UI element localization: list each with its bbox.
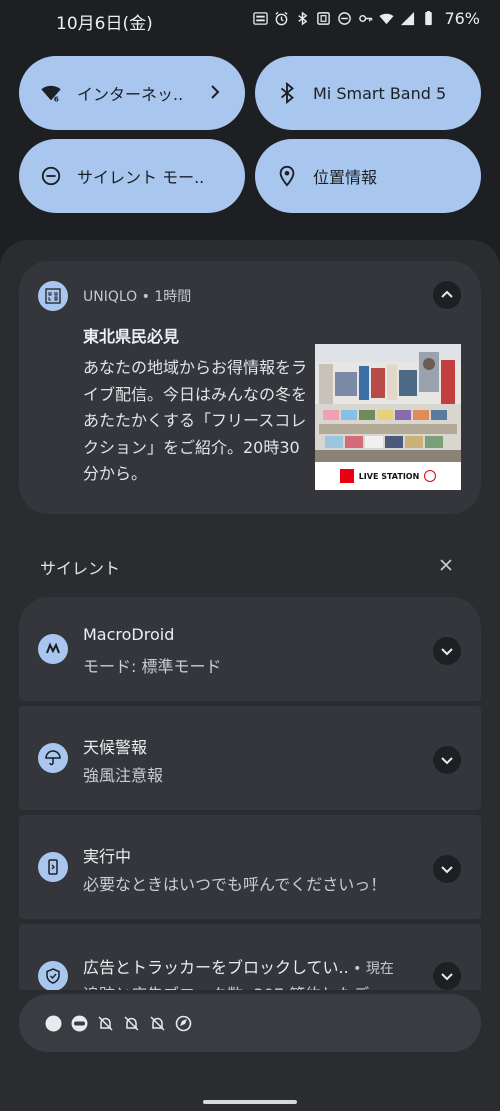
notification-time: • 現在 xyxy=(348,961,394,977)
bluetooth-tile-label: Mi Smart Band 5 xyxy=(313,83,447,103)
notification-overflow-bar[interactable] xyxy=(19,994,481,1052)
live-station-label: LIVE STATION xyxy=(358,471,420,481)
collapse-button[interactable] xyxy=(433,281,461,309)
chevron-down-icon xyxy=(441,757,453,765)
status-date: 10月6日(金) xyxy=(56,14,153,34)
adblock-notification[interactable]: 広告とトラッカーをブロックしてい.. • 現在 追跡と広告ブロック数: 307 … xyxy=(19,924,481,990)
internet-tile[interactable]: 6 インターネッ.. xyxy=(19,56,245,130)
svg-text:6: 6 xyxy=(54,94,59,103)
running-notification[interactable]: 実行中 必要なときはいつでも呼んでくださいっ！ xyxy=(19,815,481,919)
gamepad-icon xyxy=(71,1015,88,1032)
play-icon xyxy=(424,470,437,482)
battery-percent: 76% xyxy=(444,9,480,28)
bluetooth-icon xyxy=(275,81,299,105)
uniqlo-logo xyxy=(339,469,354,483)
notification-title: 天候警報 xyxy=(83,738,148,757)
notification-off-icon xyxy=(149,1015,166,1032)
notification-title: 実行中 xyxy=(83,847,132,866)
phone-icon xyxy=(38,852,68,882)
chevron-down-icon xyxy=(441,866,453,874)
live-station-banner: LIVE STATION xyxy=(315,462,461,490)
umbrella-icon xyxy=(38,743,68,773)
location-tile-label: 位置情報 xyxy=(313,168,378,187)
wifi-icon: 6 xyxy=(39,81,63,105)
dnd-icon xyxy=(39,164,63,188)
chevron-right-icon[interactable] xyxy=(205,82,225,102)
uniqlo-notification[interactable]: UNIQLO • 1時間 東北県民必見 あなたの地域からお得情報をライブ配信。今… xyxy=(19,261,481,514)
notification-text: モード: 標準モード xyxy=(83,657,222,676)
weather-warning-notification[interactable]: 天候警報 強風注意報 xyxy=(19,706,481,810)
chevron-up-icon xyxy=(441,290,453,298)
notification-header: UNIQLO • 1時間 xyxy=(83,286,191,306)
circle-icon xyxy=(45,1015,62,1032)
status-bar: 10月6日(金) 76% xyxy=(0,0,500,40)
notification-title: 東北県民必見 xyxy=(83,327,180,346)
notification-image: LIVE STATION xyxy=(315,344,461,490)
home-indicator[interactable] xyxy=(203,1100,297,1104)
bluetooth-icon xyxy=(295,11,310,26)
silent-mode-tile[interactable]: サイレント モー.. xyxy=(19,139,245,213)
notification-body: あなたの地域からお得情報をライブ配信。今日はみんなの冬をあたたかくする「フリース… xyxy=(83,358,308,483)
separator: • xyxy=(137,289,155,305)
wifi-icon xyxy=(379,11,394,26)
compass-icon xyxy=(175,1015,192,1032)
uniqlo-icon xyxy=(38,281,68,311)
battery-icon xyxy=(421,11,436,26)
macrodroid-notification[interactable]: MacroDroid モード: 標準モード xyxy=(19,597,481,701)
app-name: UNIQLO xyxy=(83,289,138,305)
silent-section-label: サイレント xyxy=(40,559,121,578)
chevron-down-icon xyxy=(441,973,453,981)
expand-button[interactable] xyxy=(433,855,461,883)
expand-button[interactable] xyxy=(433,746,461,774)
chevron-down-icon xyxy=(441,648,453,656)
notification-text: 強風注意報 xyxy=(83,766,164,785)
dnd-icon xyxy=(337,11,352,26)
notification-off-icon xyxy=(123,1015,140,1032)
location-icon xyxy=(275,164,299,188)
nfc-icon xyxy=(316,11,331,26)
location-tile[interactable]: 位置情報 xyxy=(255,139,481,213)
macrodroid-icon xyxy=(38,634,68,664)
overflow-icons xyxy=(45,1015,192,1032)
expand-button[interactable] xyxy=(433,962,461,990)
signal-icon xyxy=(400,11,415,26)
silent-mode-tile-label: サイレント モー.. xyxy=(77,168,205,187)
notification-title: MacroDroid xyxy=(83,625,175,644)
key-icon xyxy=(358,11,373,26)
shield-icon xyxy=(38,961,68,990)
close-icon[interactable] xyxy=(438,557,454,573)
notification-time: 1時間 xyxy=(154,289,192,305)
bluetooth-tile[interactable]: Mi Smart Band 5 xyxy=(255,56,481,130)
expand-button[interactable] xyxy=(433,637,461,665)
store-photo xyxy=(315,344,461,462)
alarm-icon xyxy=(274,11,289,26)
notification-title-text: 広告とトラッカーをブロックしてい.. xyxy=(83,958,349,977)
auto-hd-icon xyxy=(253,11,269,26)
internet-tile-label: インターネッ.. xyxy=(77,85,184,104)
notification-title: 広告とトラッカーをブロックしてい.. • 現在 xyxy=(83,954,394,978)
notification-off-icon xyxy=(97,1015,114,1032)
notification-text: 必要なときはいつでも呼んでくださいっ！ xyxy=(83,875,387,894)
status-icons: 76% xyxy=(253,9,480,28)
notification-text: 追跡と広告ブロック数: 307 節約したデー xyxy=(83,981,385,990)
